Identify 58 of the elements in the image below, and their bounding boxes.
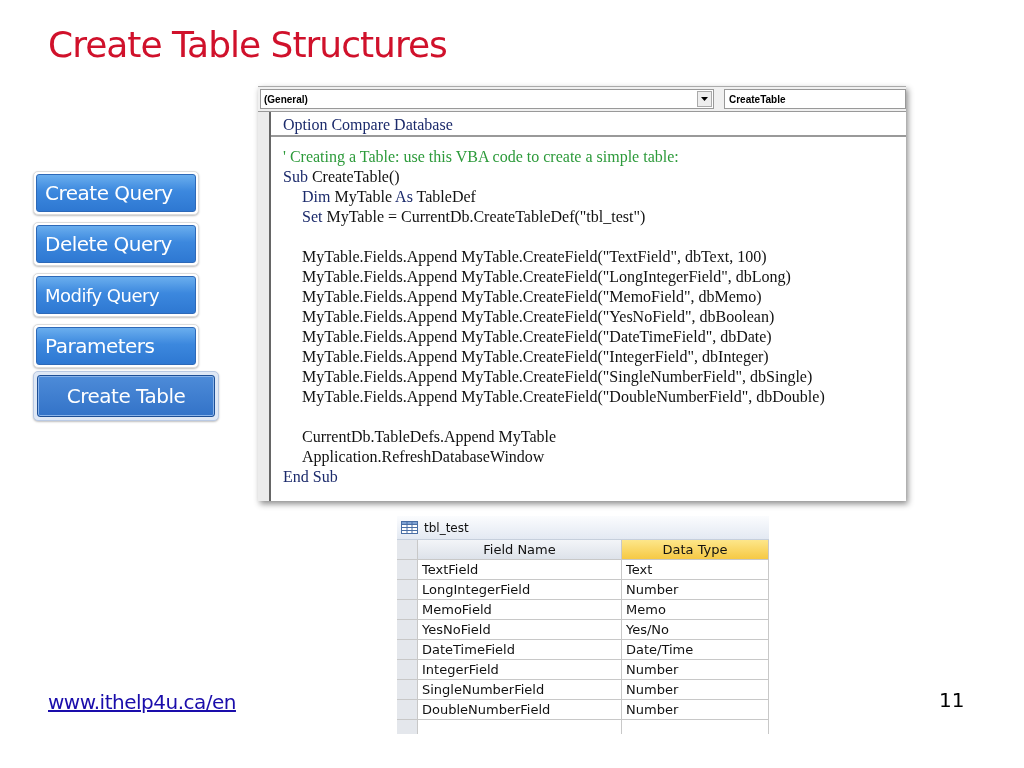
table-cell: Date/Time bbox=[622, 640, 769, 660]
code-line: MyTable.Fields.Append MyTable.CreateField("DateTimeField", dbDate) bbox=[301, 327, 773, 347]
table-cell: Yes/No bbox=[622, 620, 769, 640]
code-comment: ' Creating a Table: use this VBA code to create a simple table: bbox=[283, 147, 680, 167]
row-selector[interactable] bbox=[397, 620, 418, 640]
code-line: Dim MyTable As TableDef bbox=[301, 187, 477, 207]
row-selector[interactable] bbox=[397, 720, 418, 734]
table-cell: IntegerField bbox=[418, 660, 622, 680]
table-title: tbl_test bbox=[424, 520, 469, 535]
code-line: MyTable.Fields.Append MyTable.CreateField("LongIntegerField", dbLong) bbox=[301, 267, 792, 287]
table-cell: Text bbox=[622, 560, 769, 580]
row-selector[interactable] bbox=[397, 580, 418, 600]
code-line: MyTable.Fields.Append MyTable.CreateField("DoubleNumberField", dbDouble) bbox=[301, 387, 826, 407]
table-cell: Number bbox=[622, 680, 769, 700]
code-line: Sub CreateTable() bbox=[283, 167, 401, 187]
table-cell: DateTimeField bbox=[418, 640, 622, 660]
dropdown-button[interactable] bbox=[697, 91, 712, 107]
nav-button[interactable]: Create Table bbox=[37, 375, 215, 417]
row-selector[interactable] bbox=[397, 600, 418, 620]
page-number: 11 bbox=[939, 688, 965, 712]
nav-button[interactable]: Delete Query bbox=[36, 225, 196, 263]
code-line: Set MyTable = CurrentDb.CreateTableDef("tbl_test") bbox=[301, 207, 647, 227]
table-cell: Number bbox=[622, 700, 769, 720]
code-line: MyTable.Fields.Append MyTable.CreateField("YesNoField", dbBoolean) bbox=[301, 307, 776, 327]
row-selector[interactable] bbox=[397, 560, 418, 580]
table-cell: YesNoField bbox=[418, 620, 622, 640]
procedure-dropdown[interactable]: CreateTable bbox=[724, 89, 906, 109]
table-cell: MemoField bbox=[418, 600, 622, 620]
table-cell: TextField bbox=[418, 560, 622, 580]
row-selector[interactable] bbox=[397, 660, 418, 680]
nav-button[interactable]: Create Query bbox=[36, 174, 196, 212]
object-dropdown[interactable]: (General) bbox=[260, 89, 714, 109]
code-line: Application.RefreshDatabaseWindow bbox=[301, 447, 546, 467]
select-all-corner[interactable] bbox=[397, 540, 418, 560]
table-cell: Number bbox=[622, 660, 769, 680]
slide-title: Create Table Structures bbox=[48, 24, 448, 67]
table-cell: LongIntegerField bbox=[418, 580, 622, 600]
website-link[interactable]: www.ithelp4u.ca/en bbox=[48, 690, 397, 714]
table-icon bbox=[401, 521, 418, 534]
code-line: CurrentDb.TableDefs.Append MyTable bbox=[301, 427, 558, 447]
column-header[interactable]: Field Name bbox=[418, 540, 622, 560]
table-cell: SingleNumberField bbox=[418, 680, 622, 700]
code-line: MyTable.Fields.Append MyTable.CreateField("SingleNumberField", dbSingle) bbox=[301, 367, 814, 387]
code-line: MyTable.Fields.Append MyTable.CreateField("IntegerField", dbInteger) bbox=[301, 347, 770, 367]
code-line: MyTable.Fields.Append MyTable.CreateField("TextField", dbText, 100) bbox=[301, 247, 768, 267]
code-line: MyTable.Fields.Append MyTable.CreateField("MemoField", dbMemo) bbox=[301, 287, 763, 307]
row-selector[interactable] bbox=[397, 640, 418, 660]
column-header[interactable]: Data Type bbox=[622, 540, 769, 560]
code-line: Option Compare Database bbox=[283, 115, 454, 135]
table-cell: DoubleNumberField bbox=[418, 700, 622, 720]
table-cell: Number bbox=[622, 580, 769, 600]
row-selector[interactable] bbox=[397, 680, 418, 700]
code-line: End Sub bbox=[283, 467, 339, 487]
nav-button[interactable]: Modify Query bbox=[36, 276, 196, 314]
row-selector[interactable] bbox=[397, 700, 418, 720]
dropdown-arrow-icon bbox=[701, 97, 708, 101]
table-cell: Memo bbox=[622, 600, 769, 620]
nav-button[interactable]: Parameters bbox=[36, 327, 196, 365]
